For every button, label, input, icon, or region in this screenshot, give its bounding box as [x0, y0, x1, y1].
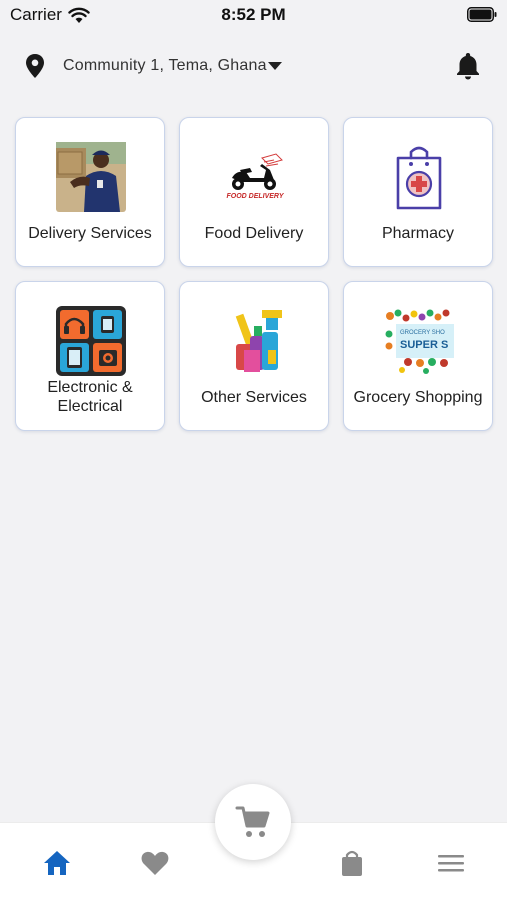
- grocery-banner-icon: GROCERY SHO SUPER S: [384, 306, 454, 376]
- electronics-icon: [56, 306, 126, 376]
- location-selector[interactable]: Community 1, Tema, Ghana: [63, 57, 267, 75]
- pharmacy-bag-icon: [396, 146, 442, 210]
- service-label: Electronic & Electrical: [47, 379, 133, 415]
- heart-icon[interactable]: [140, 849, 170, 877]
- service-card-food-delivery[interactable]: FOOD DELIVERY Food Delivery: [179, 117, 329, 267]
- service-card-electronics[interactable]: Electronic & Electrical: [15, 281, 165, 431]
- location-pin-icon: [26, 54, 44, 78]
- service-card-grocery[interactable]: GROCERY SHO SUPER S Grocery Shopping: [343, 281, 493, 431]
- cart-icon: [235, 806, 270, 837]
- delivery-person-icon: [56, 142, 126, 212]
- service-label: Pharmacy: [381, 225, 455, 242]
- chevron-down-icon[interactable]: [268, 62, 282, 71]
- food-delivery-scooter-icon: FOOD DELIVERY: [226, 153, 285, 200]
- service-card-other[interactable]: Other Services: [179, 281, 329, 431]
- shopping-bag-icon[interactable]: [337, 849, 367, 877]
- home-screen: Carrier 8:52 PM Community 1, Tema, Ghana: [0, 0, 507, 900]
- grocery-banner-main-text: SUPER S: [400, 339, 448, 351]
- battery-icon: [467, 7, 497, 22]
- service-label: Grocery Shopping: [353, 389, 483, 406]
- service-label: Food Delivery: [204, 225, 304, 242]
- notification-bell-icon[interactable]: [455, 52, 481, 80]
- grocery-banner-top-text: GROCERY SHO: [400, 330, 445, 336]
- food-delivery-logo-text: FOOD DELIVERY: [226, 193, 284, 200]
- service-label: Other Services: [201, 389, 307, 406]
- menu-icon[interactable]: [436, 849, 466, 877]
- service-card-pharmacy[interactable]: Pharmacy: [343, 117, 493, 267]
- cleaning-supplies-icon: [235, 310, 282, 372]
- status-bar: Carrier 8:52 PM: [0, 0, 507, 30]
- location-header: Community 1, Tema, Ghana: [0, 44, 507, 88]
- clock: 8:52 PM: [221, 5, 286, 24]
- service-card-delivery[interactable]: Delivery Services: [15, 117, 165, 267]
- home-icon[interactable]: [42, 849, 72, 877]
- cart-button[interactable]: [215, 784, 291, 860]
- service-label: Delivery Services: [28, 225, 152, 242]
